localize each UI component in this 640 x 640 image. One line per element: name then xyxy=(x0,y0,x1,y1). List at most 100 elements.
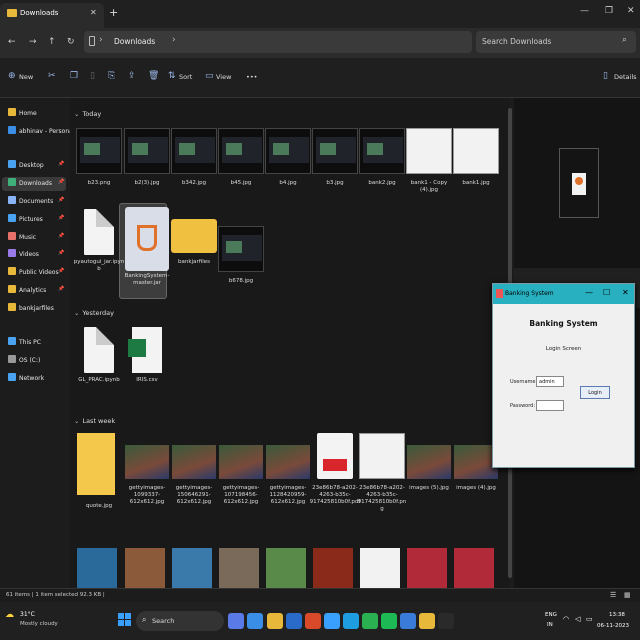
mail-icon[interactable] xyxy=(400,613,416,629)
details-button[interactable]: Details xyxy=(614,73,637,81)
taskbar-search[interactable]: ⌕ Search xyxy=(136,611,224,631)
more-button[interactable]: ••• xyxy=(246,73,258,81)
sidebar-item[interactable]: OS (C:) xyxy=(8,355,40,369)
sort-button[interactable]: Sort xyxy=(179,73,192,81)
file-item[interactable]: IRIS.csv xyxy=(121,323,173,393)
close-button[interactable]: ✕ xyxy=(622,288,629,297)
spotify-icon[interactable] xyxy=(381,613,397,629)
tab-downloads[interactable]: Downloads ✕ xyxy=(0,3,104,28)
pin-icon[interactable]: 📌 xyxy=(58,215,64,221)
username-field[interactable]: admin xyxy=(536,376,564,387)
new-button[interactable]: New xyxy=(19,73,33,81)
pin-icon[interactable]: 📌 xyxy=(58,161,64,167)
file-item[interactable] xyxy=(219,548,259,588)
file-item[interactable]: bank2.jpg xyxy=(356,126,408,196)
section-last-week[interactable]: ⌄ Last week xyxy=(74,417,115,425)
file-item[interactable] xyxy=(266,548,306,588)
path-box[interactable]: › Downloads › xyxy=(84,31,472,53)
edge-dev-icon[interactable] xyxy=(343,613,359,629)
file-item[interactable]: bank1.jpg xyxy=(450,126,502,196)
battery-icon[interactable]: ▭ xyxy=(586,615,593,623)
share-icon[interactable]: ⇪ xyxy=(128,71,136,81)
maximize-button[interactable]: ❐ xyxy=(605,6,613,16)
chrome-icon[interactable] xyxy=(324,613,340,629)
chevron-right-icon[interactable]: › xyxy=(172,35,176,45)
region[interactable]: IN xyxy=(547,622,553,628)
new-tab-button[interactable]: + xyxy=(109,6,118,19)
sidebar-item[interactable]: Public Videos xyxy=(8,267,59,281)
file-item[interactable]: b342.jpg xyxy=(168,126,220,196)
sidebar-item[interactable]: Videos xyxy=(8,249,39,263)
password-field[interactable] xyxy=(536,400,564,411)
sidebar-item[interactable]: Network xyxy=(8,373,44,387)
file-item[interactable]: b4.jpg xyxy=(262,126,314,196)
back-icon[interactable]: ← xyxy=(8,37,16,47)
volume-icon[interactable]: ◁ xyxy=(575,615,580,623)
file-item[interactable]: 23e86b78-a202-4263-b35c-917425810b0f.pdf xyxy=(309,431,361,505)
pin-icon[interactable]: 📌 xyxy=(58,250,64,256)
store-icon[interactable] xyxy=(286,613,302,629)
section-yesterday[interactable]: ⌄ Yesterday xyxy=(74,309,114,317)
file-item[interactable]: quote.jpg xyxy=(73,431,125,509)
file-item[interactable] xyxy=(407,548,447,588)
file-item[interactable]: b3.jpg xyxy=(309,126,361,196)
list-view-icon[interactable]: ☰ xyxy=(610,591,616,599)
sidebar-item[interactable]: Home xyxy=(8,108,37,122)
sidebar-item[interactable]: bankjarfiles xyxy=(8,303,54,317)
file-item[interactable] xyxy=(360,548,400,588)
file-item[interactable]: b45.jpg xyxy=(215,126,267,196)
file-item[interactable] xyxy=(454,548,494,588)
sidebar-item[interactable]: Music xyxy=(8,232,36,246)
edge-icon[interactable] xyxy=(247,613,263,629)
taskview-icon[interactable] xyxy=(228,613,244,629)
grid-view-icon[interactable]: ▦ xyxy=(624,591,631,599)
wifi-icon[interactable]: ◠ xyxy=(563,615,569,623)
file-item[interactable] xyxy=(77,548,117,588)
weather-desc[interactable]: Mostly cloudy xyxy=(20,621,58,627)
section-today[interactable]: ⌄ Today xyxy=(74,110,101,118)
forward-icon[interactable]: → xyxy=(29,37,37,47)
details-icon[interactable]: ▯ xyxy=(603,71,608,81)
sidebar-item[interactable]: abhinav - Personal xyxy=(8,126,74,140)
clock-date[interactable]: 06-11-2023 xyxy=(597,623,629,629)
firefox-icon[interactable] xyxy=(305,613,321,629)
file-item[interactable]: b23.png xyxy=(73,126,125,196)
view-icon[interactable]: ▭ xyxy=(205,71,214,81)
sort-icon[interactable]: ⇅ xyxy=(168,71,176,81)
files-icon[interactable] xyxy=(419,613,435,629)
maximize-button[interactable]: ☐ xyxy=(603,288,610,297)
new-icon[interactable]: ⊕ xyxy=(8,71,16,81)
start-icon[interactable] xyxy=(118,613,132,627)
file-item[interactable]: GL_PRAC.ipynb xyxy=(73,323,125,393)
pin-icon[interactable]: 📌 xyxy=(58,233,64,239)
sidebar-item[interactable]: Documents xyxy=(8,196,53,210)
file-item[interactable]: bankjarfiles xyxy=(168,205,220,275)
file-item[interactable]: pyautogui_jar.ipynb xyxy=(73,205,125,275)
file-item[interactable]: gettyimages-1506462​91-612x612.jpg xyxy=(168,431,220,505)
breadcrumb[interactable]: Downloads xyxy=(114,37,155,46)
chevron-right-icon[interactable]: › xyxy=(99,35,103,45)
paste-icon[interactable]: ▯ xyxy=(90,71,95,81)
file-item[interactable] xyxy=(313,548,353,588)
sidebar-item[interactable]: Analytics xyxy=(8,285,46,299)
minimize-button[interactable]: — xyxy=(580,6,589,16)
up-icon[interactable]: ↑ xyxy=(48,37,56,47)
weather-temp[interactable]: 31°C xyxy=(20,611,35,618)
pin-icon[interactable]: 📌 xyxy=(58,197,64,203)
file-item[interactable]: gettyimages-1071984​56-612x612.jpg xyxy=(215,431,267,505)
cut-icon[interactable]: ✂ xyxy=(48,71,56,81)
minimize-button[interactable]: — xyxy=(585,288,593,297)
file-item[interactable]: images (5).jpg xyxy=(403,431,455,501)
file-item[interactable]: bank1 - Copy (4).jpg xyxy=(403,126,455,196)
file-item[interactable]: b678.jpg xyxy=(215,224,267,294)
terminal-icon[interactable] xyxy=(438,613,454,629)
file-item[interactable]: gettyimages-1128420959-612x612.jpg xyxy=(262,431,314,505)
sidebar-item[interactable]: Pictures xyxy=(8,214,43,228)
pin-icon[interactable]: 📌 xyxy=(58,286,64,292)
weather-icon[interactable]: ☁ xyxy=(5,610,14,620)
rename-icon[interactable]: ⎘ xyxy=(108,71,115,81)
copy-icon[interactable]: ❐ xyxy=(70,71,78,81)
sidebar-item[interactable]: Downloads xyxy=(8,178,52,192)
tab-close-button[interactable]: ✕ xyxy=(90,8,97,17)
pin-icon[interactable]: 📌 xyxy=(58,268,64,274)
